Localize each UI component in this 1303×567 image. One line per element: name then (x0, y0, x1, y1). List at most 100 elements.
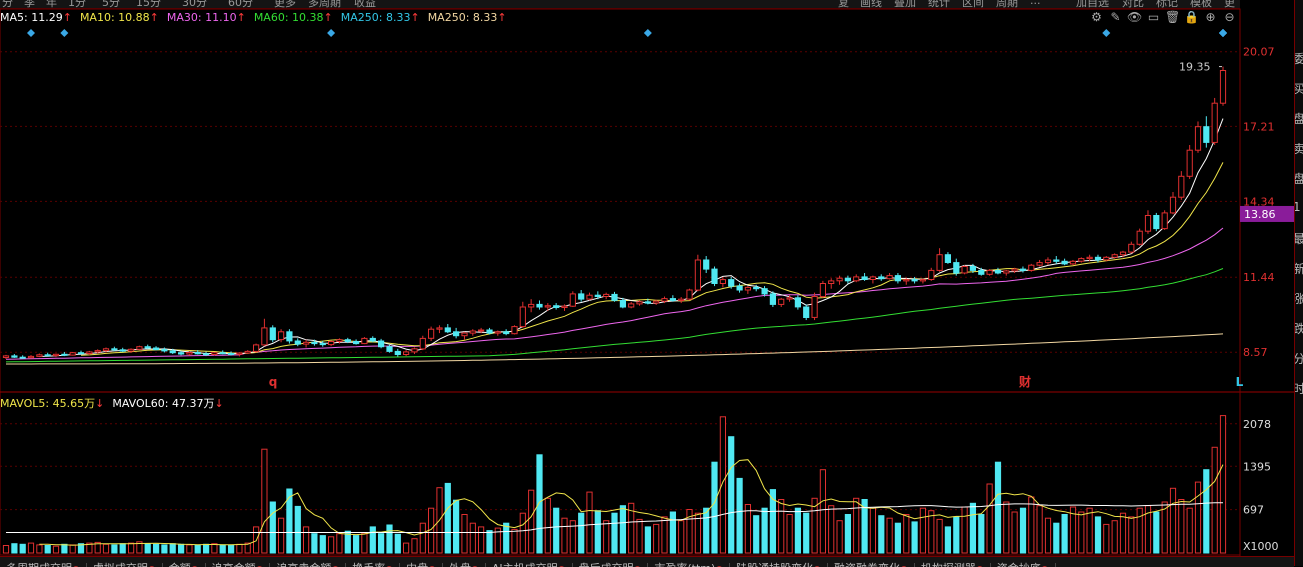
volume-bar (1028, 496, 1035, 554)
candle-body (903, 279, 910, 282)
volume-bar (69, 544, 76, 554)
volume-bar (511, 528, 518, 554)
indicator-tab[interactable]: 外盘● (443, 563, 486, 567)
indicator-tab[interactable]: 资金抄底● (991, 563, 1056, 567)
right-panel-label: 卖 (1295, 140, 1303, 157)
candle-body (819, 283, 826, 298)
candle-body (528, 303, 535, 308)
volume-bar (578, 512, 585, 554)
candle-body (303, 341, 310, 345)
chart-frame (0, 8, 1241, 556)
indicator-tab[interactable]: 金额● (163, 563, 206, 567)
candle-body (1136, 230, 1143, 245)
chart-canvas[interactable]: 20.0717.2114.3411.448.5720781395697X1000… (0, 0, 1294, 556)
candle-body (2, 355, 10, 358)
signal-diamond-icon (1102, 29, 1111, 37)
volume-bar (486, 530, 493, 554)
volume-bar (678, 520, 685, 554)
volume-bar (828, 505, 835, 554)
volume-bar (1211, 446, 1218, 554)
candle-body (403, 351, 410, 355)
candle-body (844, 277, 851, 282)
indicator-tab[interactable]: 换手率● (346, 563, 401, 567)
candle-body (753, 286, 760, 290)
price-tick-label: 17.21 (1243, 120, 1275, 133)
candle-body (461, 332, 468, 337)
volume-bar (1003, 501, 1010, 554)
indicator-tab-label: 市盈率(ttm) (654, 562, 715, 567)
candle-body (144, 346, 151, 349)
volume-bar (419, 522, 426, 554)
candle-body (1178, 175, 1185, 198)
volume-bar (669, 511, 676, 554)
volume-bar (294, 505, 301, 554)
volume-bar (528, 489, 535, 554)
indicator-tab[interactable]: 虚拟成交明● (87, 563, 163, 567)
candle-body (886, 275, 893, 280)
indicator-tab[interactable]: 盘后成交明● (573, 563, 649, 567)
volume-bar (44, 545, 51, 554)
volume-bar (544, 497, 551, 554)
volume-bar (1219, 415, 1227, 554)
candle-body (878, 276, 885, 280)
indicator-tab[interactable]: 机构探测器● (915, 563, 991, 567)
volume-bar (119, 543, 126, 554)
candle-body (77, 352, 85, 355)
candle-body (586, 294, 593, 300)
candle-body (61, 353, 68, 356)
indicator-tab-label: 追高金额 (212, 562, 256, 567)
kline-chart-window: 分季年 1分 5分 15分 30分 60分 更多 多周期 收益复画线 叠加 统计 区间 周期... 加自选… (0, 0, 1303, 567)
indicator-tab[interactable]: 融资融券变化● (828, 563, 915, 567)
candle-body (453, 331, 460, 337)
candle-body (1203, 126, 1210, 143)
candle-body (719, 279, 726, 285)
candle-body (203, 353, 210, 356)
volume-bar (203, 543, 210, 554)
candle-body (761, 288, 768, 295)
candle-body (353, 341, 360, 345)
indicator-tab[interactable]: 内盘● (400, 563, 444, 567)
indicator-tab[interactable]: 追高卖金额● (270, 563, 347, 567)
signal-diamond-icon (643, 29, 652, 37)
indicator-tab[interactable]: AI主机成交明● (486, 563, 573, 567)
candle-body (111, 348, 118, 351)
volume-bar (611, 512, 618, 554)
indicator-tab[interactable]: 市盈率(ttm)● (648, 562, 731, 567)
ma10-line (80, 162, 1224, 356)
volume-bar (961, 506, 968, 554)
candle-body (411, 348, 418, 353)
volume-bar (102, 543, 110, 554)
right-panel-label: 跌 (1295, 320, 1303, 337)
volume-bar (736, 477, 743, 554)
volume-bar (2, 545, 10, 554)
volume-bar (1011, 511, 1018, 554)
volume-bar (1186, 507, 1193, 554)
volume-bar (186, 544, 193, 554)
candle-body (419, 337, 426, 350)
price-tick-label: 8.57 (1243, 346, 1268, 359)
candle-body (836, 277, 843, 282)
candle-body (569, 293, 576, 307)
right-panel-label: 最 (1295, 230, 1303, 247)
volume-bar (194, 545, 201, 554)
candle-body (336, 339, 343, 343)
signal-diamond-icon (60, 29, 69, 37)
right-panel-label: 盘 (1295, 110, 1303, 127)
volume-bar (661, 516, 668, 554)
candle-body (11, 355, 18, 358)
volume-bar (36, 544, 43, 554)
volume-bar (503, 522, 510, 554)
volume-bar (878, 515, 885, 554)
volume-bar (911, 521, 918, 554)
indicator-tab[interactable]: 陆股通持股变化● (730, 563, 829, 567)
indicator-tab-label: 盘后成交明 (579, 562, 634, 567)
volume-bar (153, 543, 160, 554)
indicator-tab[interactable]: 多周期成交明● (0, 563, 87, 567)
volume-bar (711, 461, 718, 554)
indicator-tab[interactable]: 追高金额● (206, 563, 271, 567)
candle-body (136, 346, 143, 350)
candle-body (1128, 243, 1135, 253)
volume-bar (936, 518, 943, 554)
volume-bar (803, 512, 810, 554)
candle-body (1044, 259, 1052, 264)
